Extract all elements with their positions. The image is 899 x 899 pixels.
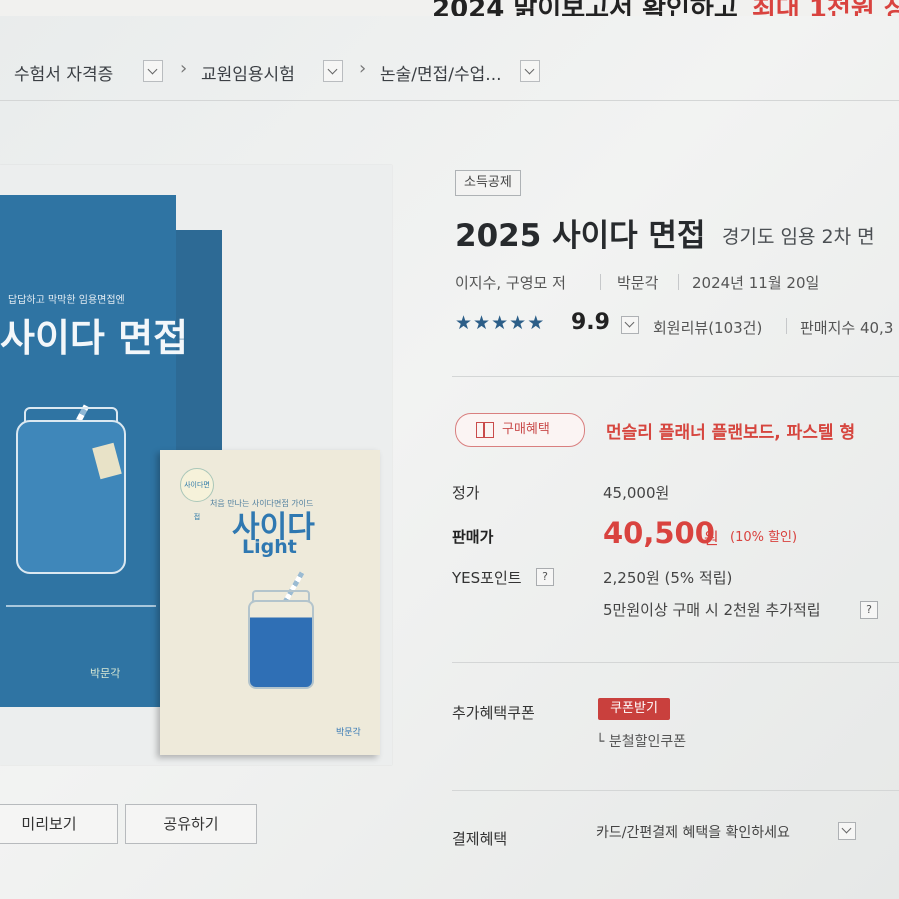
cover-subtitle: 답답하고 막막한 임용면접엔 (8, 295, 125, 306)
gift-icon (476, 422, 494, 438)
book-cover-light[interactable]: 사이다면접 처음 만나는 사이다면접 가이드 사이다 Light 박문각 (160, 450, 380, 755)
breadcrumb-item-essay-interview[interactable]: 논술/면접/수업... (380, 60, 502, 85)
section-divider (452, 376, 899, 377)
sale-price-label: 판매가 (452, 528, 494, 546)
cover-divider (6, 605, 156, 607)
header-divider (0, 100, 899, 101)
sale-price-value: 40,500 (603, 516, 715, 550)
breadcrumb-item-certificate[interactable]: 수험서 자격증 (14, 60, 113, 85)
chevron-down-icon[interactable] (520, 60, 540, 82)
section-divider (452, 790, 899, 791)
rating-score: 9.9 (571, 310, 610, 335)
purchase-benefit-label: 구매혜택 (502, 422, 550, 437)
section-divider (452, 662, 899, 663)
list-price-label: 정가 (452, 484, 480, 502)
sale-price-unit: 원 (704, 529, 719, 548)
breadcrumb-item-teacher-exam[interactable]: 교원임용시험 (201, 60, 295, 85)
jar-illustration (248, 600, 314, 689)
chevron-right-icon: › (180, 58, 188, 79)
cover-light-title-en: Light (242, 536, 297, 558)
points-label: YES포인트 (452, 569, 522, 587)
preview-button[interactable]: 미리보기 (0, 804, 118, 844)
discount-rate: (10% 할인) (730, 530, 798, 545)
product-subtitle: 경기도 임용 2차 면 (722, 226, 875, 248)
cover-light-publisher: 박문각 (336, 728, 361, 738)
review-count-link[interactable]: 회원리뷰(103건) (653, 317, 762, 338)
publisher-link[interactable]: 박문각 (617, 272, 658, 293)
list-price-value: 45,000원 (603, 484, 670, 502)
author-link[interactable]: 이지수, 구영모 저 (455, 272, 566, 293)
share-button[interactable]: 공유하기 (125, 804, 257, 844)
chevron-right-icon: › (359, 58, 367, 79)
promo-banner-text: 2024 맑이보고서 확인하고 (432, 0, 738, 16)
help-icon[interactable]: ? (536, 568, 554, 586)
points-value: 2,250원 (5% 적립) (603, 569, 733, 587)
payment-benefit-label: 결제혜택 (452, 830, 508, 848)
product-title: 2025 사이다 면접 (455, 218, 706, 254)
meta-separator (678, 274, 679, 290)
benefit-description[interactable]: 먼슬리 플래너 플랜보드, 파스텔 형 (606, 418, 855, 443)
rating-stars: ★★★★★ (455, 312, 545, 334)
promo-banner[interactable]: 2024 맑이보고서 확인하고 최대 1천원 상 (0, 0, 899, 16)
book-cover-main[interactable]: 답답하고 막막한 임용면접엔 사이다 면접 박문각 (0, 195, 188, 707)
publish-date: 2024년 11월 20일 (692, 274, 820, 292)
extra-points-info: 5만원이상 구매 시 2천원 추가적립 (603, 601, 821, 619)
star-icon: ★ (491, 312, 510, 334)
sales-index: 판매지수 40,3 (800, 319, 894, 337)
cover-title: 사이다 면접 (0, 316, 189, 360)
chevron-down-icon[interactable] (323, 60, 343, 82)
meta-separator (600, 274, 601, 290)
breadcrumb: 수험서 자격증 › 교원임용시험 › 논술/면접/수업... (0, 50, 899, 94)
coupon-label: 추가혜택쿠폰 (452, 704, 535, 722)
payment-benefit-value[interactable]: 카드/간편결제 혜택을 확인하세요 (596, 822, 790, 842)
star-icon: ★ (473, 312, 492, 334)
chevron-down-icon[interactable] (621, 316, 639, 334)
promo-banner-highlight: 최대 1천원 상 (752, 0, 899, 16)
star-icon: ★ (527, 312, 546, 334)
star-icon: ★ (455, 312, 474, 334)
purchase-benefit-button[interactable]: 구매혜택 (455, 413, 585, 447)
cover-publisher: 박문각 (90, 667, 121, 680)
chevron-down-icon[interactable] (838, 822, 856, 840)
star-icon: ★ (509, 312, 528, 334)
cover-badge: 사이다면접 (180, 468, 214, 521)
tax-deduction-badge: 소득공제 (455, 170, 521, 196)
split-discount-coupon[interactable]: └ 분철할인쿠폰 (596, 731, 686, 751)
chevron-down-icon[interactable] (143, 60, 163, 82)
get-coupon-button[interactable]: 쿠폰받기 (598, 698, 670, 720)
meta-separator (786, 318, 787, 334)
help-icon[interactable]: ? (860, 601, 878, 619)
